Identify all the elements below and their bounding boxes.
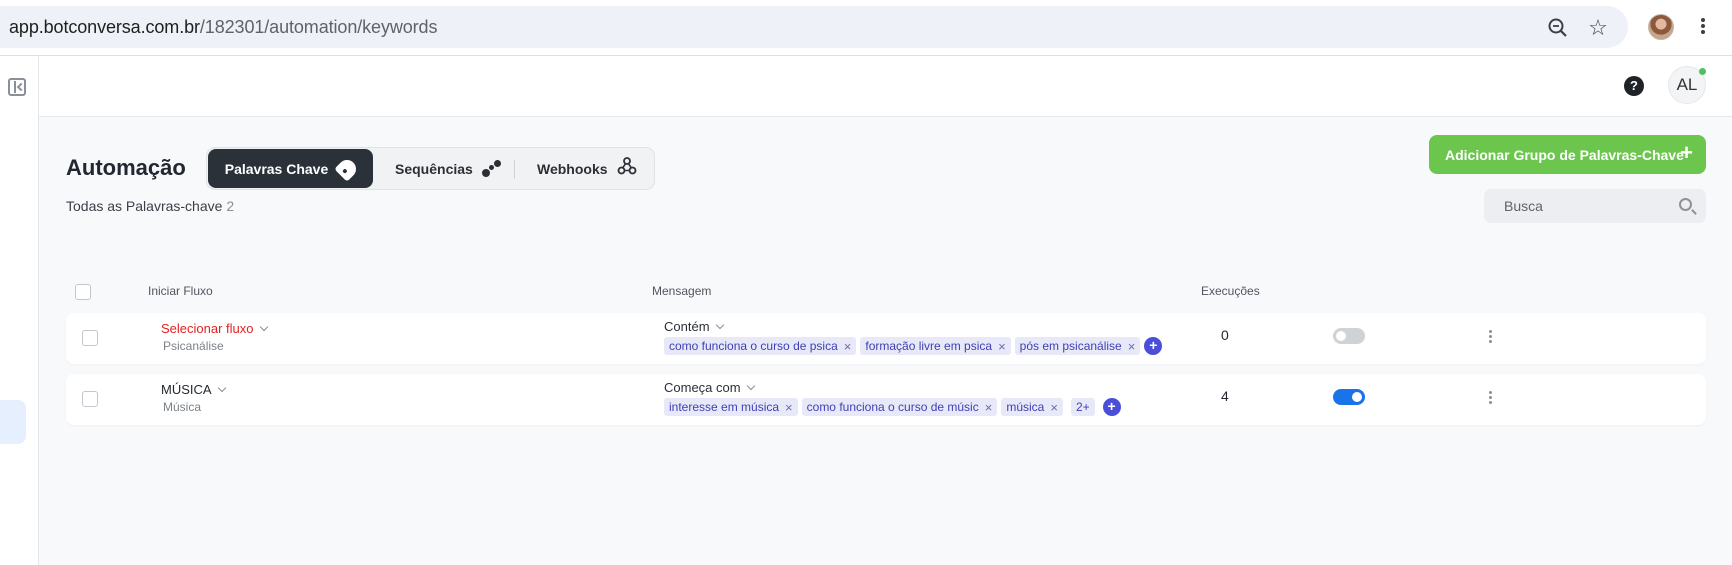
keyword-chip: música ×	[1001, 398, 1063, 416]
toggle-knob	[1336, 331, 1346, 341]
flow-select-dropdown[interactable]: Selecionar fluxo	[161, 321, 268, 336]
add-keyword-button[interactable]: +	[1144, 337, 1163, 355]
tab-label: Webhooks	[537, 160, 608, 177]
tab-label: Sequências	[395, 160, 473, 177]
tab-label: Palavras Chave	[224, 160, 329, 177]
enable-toggle[interactable]	[1333, 389, 1365, 405]
condition-dropdown[interactable]: Contém	[664, 319, 724, 334]
address-bar[interactable]: app.botconversa.com.br/182301/automation…	[0, 6, 1628, 48]
list-subtitle: Todas as Palavras-chave 2	[66, 198, 234, 214]
browser-profile-avatar[interactable]	[1648, 14, 1674, 40]
more-keywords-badge[interactable]: 2+	[1070, 398, 1095, 416]
keyword-text: interesse em música	[669, 400, 780, 414]
row-menu-icon[interactable]	[1487, 389, 1493, 409]
user-avatar[interactable]: AL	[1668, 66, 1706, 104]
add-button-label: Adicionar Grupo de Palavras-Chave	[1445, 146, 1684, 163]
column-header-mensagem: Mensagem	[652, 284, 712, 298]
tag-icon	[334, 155, 360, 182]
executions-count: 0	[1221, 327, 1229, 343]
main-content: Automação Palavras Chave Sequências Webh…	[39, 117, 1732, 565]
remove-keyword-icon[interactable]: ×	[985, 400, 993, 415]
flow-name: Selecionar fluxo	[161, 321, 254, 336]
keyword-count: 2	[226, 198, 235, 214]
add-keyword-group-button[interactable]: Adicionar Grupo de Palavras-Chave +	[1429, 135, 1706, 174]
search-box[interactable]	[1484, 189, 1706, 223]
chevron-down-icon	[217, 383, 226, 392]
condition-label: Contém	[664, 319, 710, 334]
remove-keyword-icon[interactable]: ×	[844, 339, 852, 354]
search-icon[interactable]	[1679, 198, 1692, 211]
keyword-chip: como funciona o curso de músic ×	[801, 398, 998, 416]
chevron-down-icon	[259, 322, 268, 331]
remove-keyword-icon[interactable]: ×	[998, 339, 1006, 354]
tab-sequencias[interactable]: Sequências	[395, 149, 502, 188]
remove-keyword-icon[interactable]: ×	[1050, 400, 1058, 415]
sidebar-active-item[interactable]	[0, 400, 26, 444]
condition-label: Começa com	[664, 380, 741, 395]
url-text[interactable]: app.botconversa.com.br/182301/automation…	[9, 6, 437, 48]
table-row: Selecionar fluxo Psicanálise Contém como…	[66, 313, 1706, 364]
remove-keyword-icon[interactable]: ×	[785, 400, 793, 415]
flow-subtitle: Psicanálise	[163, 339, 224, 353]
tab-webhooks[interactable]: Webhooks	[537, 149, 637, 188]
keyword-text: música	[1006, 400, 1045, 414]
browser-menu-icon[interactable]	[1700, 16, 1706, 38]
remove-keyword-icon[interactable]: ×	[1128, 339, 1136, 354]
keyword-chip: formação livre em psica ×	[860, 337, 1011, 355]
help-icon[interactable]: ?	[1624, 76, 1644, 96]
bookmark-star-icon[interactable]: ☆	[1584, 14, 1612, 42]
left-sidebar	[0, 56, 39, 565]
keyword-chip: interesse em música ×	[664, 398, 798, 416]
app-header: ? AL	[39, 56, 1732, 117]
table-row: MÚSICA Música Começa com interesse em mú…	[66, 374, 1706, 425]
keyword-chips: como funciona o curso de psica × formação…	[664, 337, 1163, 355]
zoom-out-icon[interactable]	[1544, 14, 1572, 42]
condition-dropdown[interactable]: Começa com	[664, 380, 755, 395]
subtitle-text: Todas as Palavras-chave	[66, 198, 223, 214]
column-header-iniciar-fluxo: Iniciar Fluxo	[148, 284, 213, 298]
avatar-initials: AL	[1676, 75, 1698, 94]
sequence-icon	[481, 159, 502, 178]
search-input[interactable]	[1484, 189, 1664, 223]
browser-toolbar: app.botconversa.com.br/182301/automation…	[0, 0, 1732, 56]
keyword-chip: pós em psicanálise ×	[1014, 337, 1141, 355]
keyword-text: formação livre em psica	[865, 339, 993, 353]
toggle-knob	[1352, 392, 1362, 402]
row-menu-icon[interactable]	[1487, 328, 1493, 348]
flow-name: MÚSICA	[161, 382, 212, 397]
flow-select-dropdown[interactable]: MÚSICA	[161, 382, 226, 397]
page-title: Automação	[66, 155, 186, 180]
plus-icon: +	[1680, 140, 1693, 165]
keyword-text: pós em psicanálise	[1019, 339, 1122, 353]
tab-divider	[514, 160, 515, 179]
url-path: /182301/automation/keywords	[199, 17, 438, 37]
automation-tabs: Palavras Chave Sequências Webhooks	[206, 147, 655, 190]
sidebar-collapse-icon[interactable]	[8, 78, 26, 96]
column-header-execucoes: Execuções	[1201, 284, 1260, 298]
url-host: app.botconversa.com.br	[9, 17, 200, 37]
keyword-text: como funciona o curso de músic	[806, 400, 979, 414]
tab-palavras-chave[interactable]: Palavras Chave	[208, 149, 373, 188]
keyword-chips: interesse em música × como funciona o cur…	[664, 398, 1121, 416]
keyword-chip: como funciona o curso de psica ×	[664, 337, 857, 355]
flow-subtitle: Música	[163, 400, 202, 414]
row-checkbox[interactable]	[82, 330, 98, 346]
select-all-checkbox[interactable]	[75, 284, 91, 300]
enable-toggle[interactable]	[1333, 328, 1365, 344]
online-status-dot	[1699, 68, 1706, 75]
row-checkbox[interactable]	[82, 391, 98, 407]
chevron-down-icon	[715, 320, 724, 329]
keyword-text: como funciona o curso de psica	[669, 339, 838, 353]
add-keyword-button[interactable]: +	[1102, 398, 1121, 416]
executions-count: 4	[1221, 388, 1229, 404]
chevron-down-icon	[746, 381, 755, 390]
webhook-icon	[617, 156, 637, 181]
